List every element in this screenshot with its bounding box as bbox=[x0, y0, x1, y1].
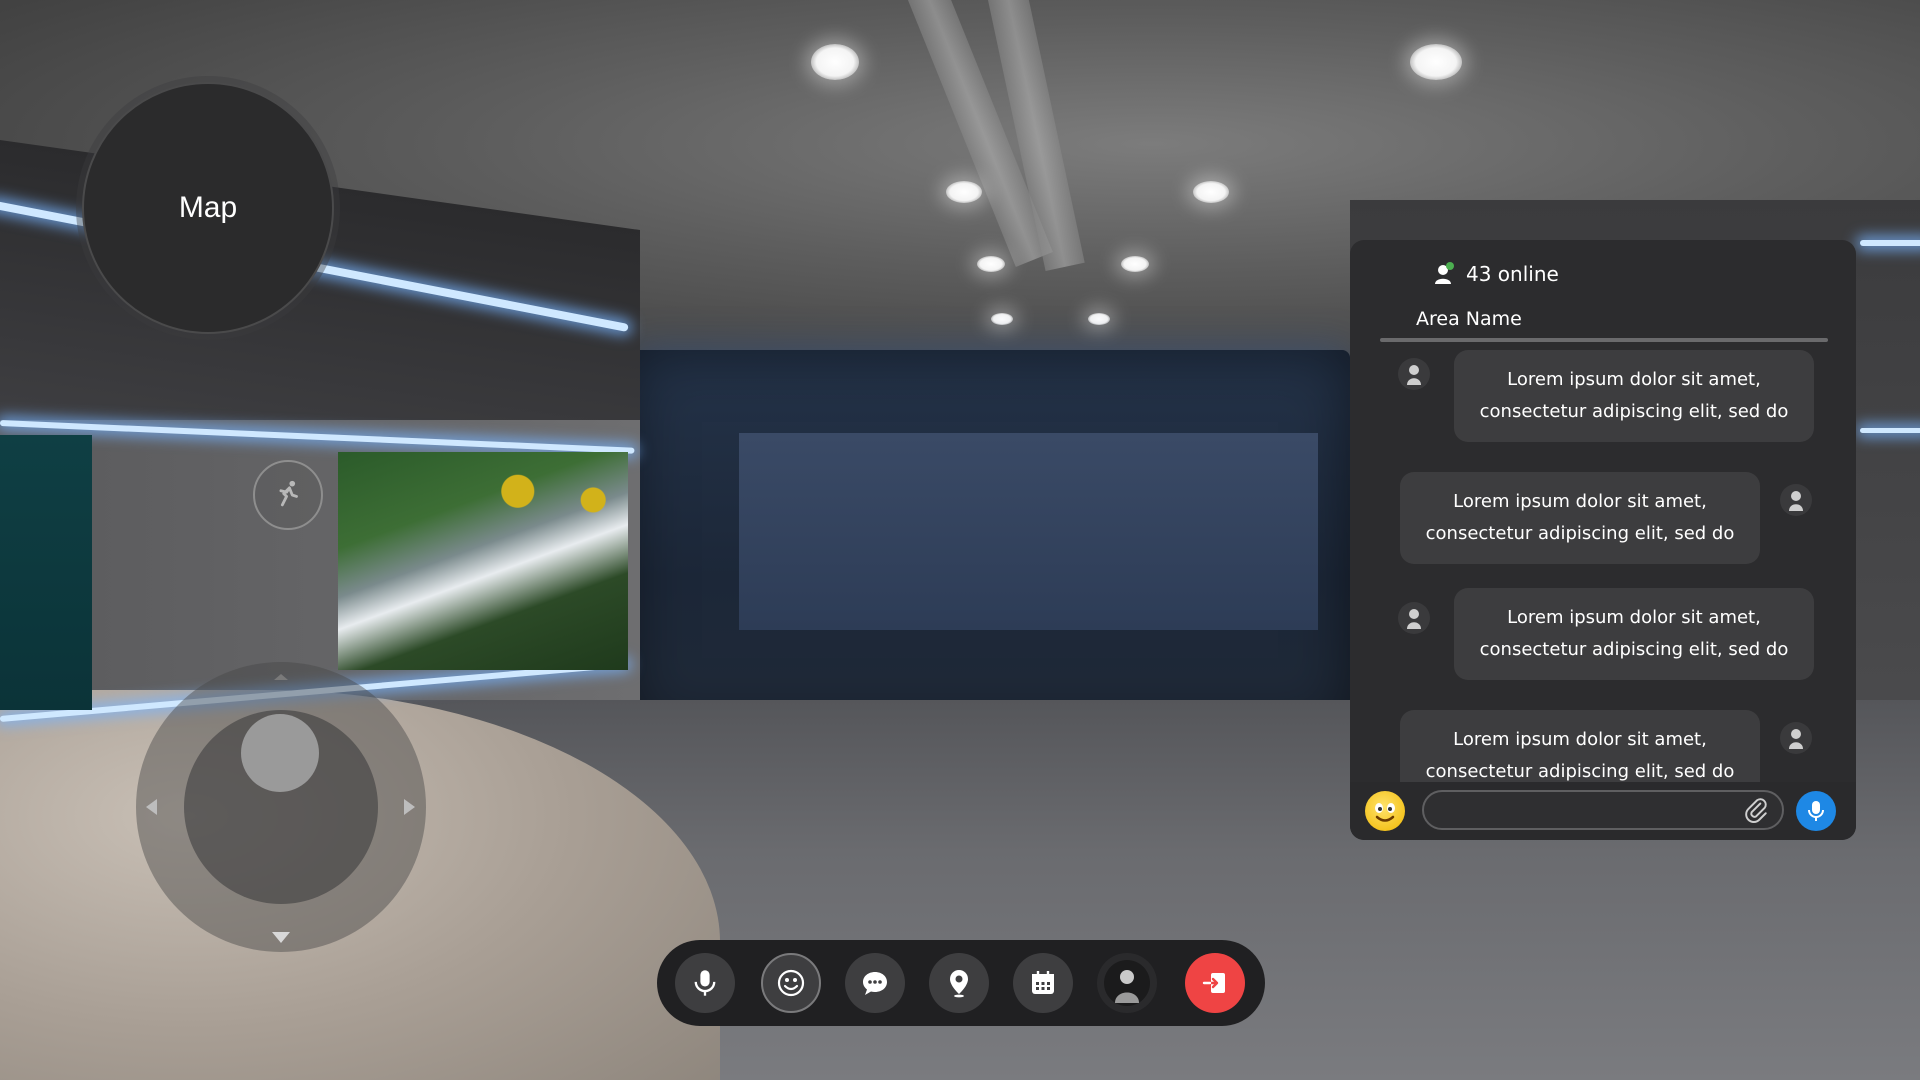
wall-photo[interactable] bbox=[338, 452, 628, 670]
bottom-toolbar bbox=[657, 940, 1265, 1026]
message-line: Lorem ipsum dolor sit amet, bbox=[1507, 607, 1761, 628]
chat-input-row bbox=[1350, 782, 1856, 840]
emoji-picker-button[interactable] bbox=[1365, 791, 1405, 831]
joystick-left-arrow-icon bbox=[146, 799, 157, 815]
ceiling-light bbox=[1088, 313, 1110, 325]
presentation-screen[interactable] bbox=[739, 433, 1318, 630]
ceiling-light bbox=[1410, 44, 1462, 80]
emoji-icon bbox=[1375, 803, 1395, 822]
message-list[interactable]: Lorem ipsum dolor sit amet, consectetur a… bbox=[1350, 348, 1856, 782]
microphone-icon bbox=[1808, 801, 1824, 821]
online-count: 43 online bbox=[1466, 262, 1559, 286]
microphone-icon bbox=[694, 970, 716, 996]
person-avatar-icon bbox=[1407, 609, 1421, 629]
neon-strip bbox=[1860, 428, 1920, 433]
message-bubble: Lorem ipsum dolor sit amet, consectetur a… bbox=[1400, 710, 1760, 782]
leave-room-button[interactable] bbox=[1185, 953, 1245, 1013]
message-bubble: Lorem ipsum dolor sit amet, consectetur a… bbox=[1454, 350, 1814, 442]
message-line: consectetur adipiscing elit, sed do bbox=[1425, 523, 1735, 544]
emotes-button[interactable] bbox=[761, 953, 821, 1013]
minimap-button[interactable]: Map bbox=[82, 82, 334, 334]
profile-avatar-button[interactable] bbox=[1097, 953, 1157, 1013]
sender-avatar[interactable] bbox=[1780, 722, 1812, 754]
message-line: Lorem ipsum dolor sit amet, bbox=[1507, 369, 1761, 390]
message-input[interactable] bbox=[1422, 790, 1784, 830]
ceiling-light bbox=[977, 256, 1005, 272]
sender-avatar[interactable] bbox=[1398, 358, 1430, 390]
message-line: consectetur adipiscing elit, sed do bbox=[1479, 401, 1789, 422]
message-line: consectetur adipiscing elit, sed do bbox=[1479, 639, 1789, 660]
running-person-icon bbox=[279, 480, 298, 507]
message-line: Lorem ipsum dolor sit amet, bbox=[1453, 729, 1707, 750]
person-avatar-icon bbox=[1407, 365, 1421, 385]
chat-bubble-icon bbox=[863, 972, 887, 995]
ceiling-light bbox=[811, 44, 859, 80]
smiley-face-icon bbox=[777, 969, 805, 997]
exit-icon bbox=[1202, 973, 1225, 993]
joystick-down-arrow-icon bbox=[272, 932, 290, 943]
joystick-knob[interactable] bbox=[241, 714, 319, 792]
run-toggle-button[interactable] bbox=[253, 460, 323, 530]
message-line: consectetur adipiscing elit, sed do bbox=[1425, 761, 1735, 782]
wall-poster[interactable] bbox=[0, 435, 92, 710]
message-line: Lorem ipsum dolor sit amet, bbox=[1453, 491, 1707, 512]
message-bubble: Lorem ipsum dolor sit amet, consectetur a… bbox=[1400, 472, 1760, 564]
area-name-tab[interactable]: Area Name bbox=[1416, 308, 1522, 330]
online-status: 43 online bbox=[1434, 262, 1559, 286]
neon-strip bbox=[1860, 240, 1920, 246]
ceiling-light bbox=[946, 181, 982, 203]
avatar-icon bbox=[1104, 960, 1150, 1006]
person-avatar-icon bbox=[1789, 729, 1803, 749]
ceiling-light bbox=[991, 313, 1013, 325]
chat-panel: 43 online Area Name Lorem ipsum dolor si… bbox=[1350, 240, 1856, 840]
ceiling-light bbox=[1193, 181, 1229, 203]
location-button[interactable] bbox=[929, 953, 989, 1013]
calendar-button[interactable] bbox=[1013, 953, 1073, 1013]
ceiling-light bbox=[1121, 256, 1149, 272]
message-bubble: Lorem ipsum dolor sit amet, consectetur a… bbox=[1454, 588, 1814, 680]
tab-underline bbox=[1380, 338, 1828, 342]
calendar-icon bbox=[1032, 971, 1054, 994]
paperclip-icon[interactable] bbox=[1743, 797, 1769, 823]
voice-message-button[interactable] bbox=[1796, 791, 1836, 831]
sender-avatar[interactable] bbox=[1398, 602, 1430, 634]
person-avatar-icon bbox=[1789, 491, 1803, 511]
sender-avatar[interactable] bbox=[1780, 484, 1812, 516]
microphone-toggle-button[interactable] bbox=[675, 953, 735, 1013]
joystick-right-arrow-icon bbox=[404, 799, 415, 815]
user-online-icon bbox=[1435, 262, 1454, 284]
map-label: Map bbox=[178, 191, 238, 224]
joystick-up-arrow-icon bbox=[274, 674, 288, 680]
chat-toggle-button[interactable] bbox=[845, 953, 905, 1013]
location-pin-icon bbox=[950, 970, 968, 998]
